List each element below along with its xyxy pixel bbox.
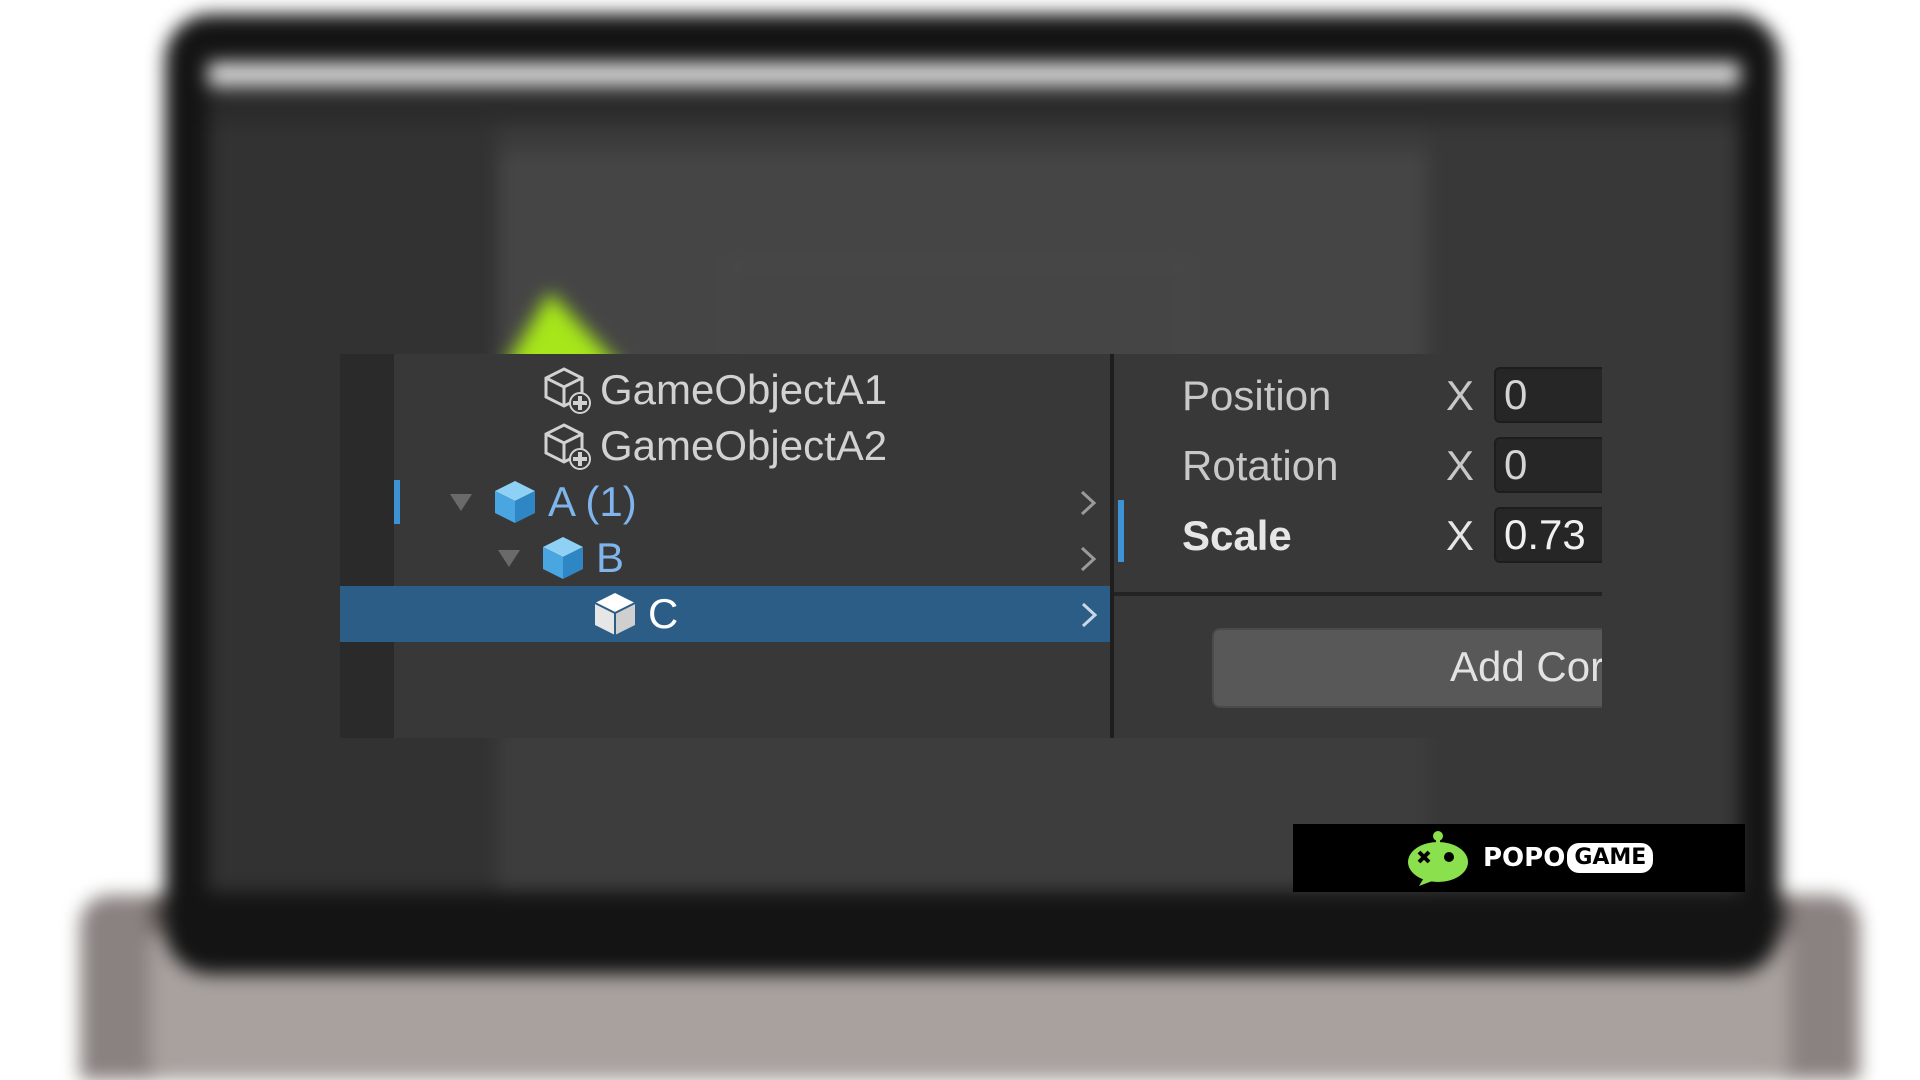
hierarchy-item-label: C: [648, 590, 679, 637]
prefab-cube-icon: [543, 537, 583, 579]
hierarchy-item-label: A (1): [548, 478, 637, 525]
foldout-arrow-icon[interactable]: [492, 530, 526, 586]
logo-wordmark: POPO GAME: [1483, 840, 1654, 876]
foldout-arrow-icon[interactable]: [444, 474, 478, 530]
property-label: Scale: [1182, 512, 1292, 559]
popogame-logo: POPO GAME: [1293, 824, 1745, 892]
transform-position-row: Position X 0: [1114, 364, 1602, 426]
transform-rotation-row: Rotation X 0: [1114, 434, 1602, 496]
hierarchy-item-a1[interactable]: A (1): [394, 474, 1109, 530]
hierarchy-item-label: B: [596, 534, 625, 581]
cube-icon: [594, 593, 636, 635]
chevron-right-icon[interactable]: [1077, 544, 1099, 574]
transform-scale-row: Scale X 0.73: [1114, 504, 1602, 566]
hierarchy-gutter: [340, 354, 394, 738]
inspector-panel: Position X 0 Rotation X 0 Scale X 0.73 A…: [1114, 354, 1602, 738]
hierarchy-item-gameobjecta2[interactable]: GameObjectA2: [394, 418, 1109, 474]
hierarchy-item-c[interactable]: C: [340, 586, 1110, 642]
axis-label: X: [1446, 372, 1475, 419]
editor-menubar: [208, 62, 1740, 86]
inspector-separator: [1114, 592, 1602, 596]
axis-label: X: [1446, 442, 1475, 489]
prefab-add-icon: [544, 423, 591, 470]
property-label: Rotation: [1182, 442, 1339, 489]
axis-label: X: [1446, 512, 1475, 559]
hierarchy-item-label: GameObjectA2: [600, 422, 888, 469]
logo-word-game: GAME: [1567, 843, 1654, 873]
hierarchy-item-gameobjecta1[interactable]: GameObjectA1: [394, 362, 1109, 418]
editor-scene-toolbar: [498, 124, 1428, 152]
property-label: Position: [1182, 372, 1332, 419]
rotation-x-field[interactable]: 0: [1494, 437, 1602, 493]
prefab-cube-icon: [495, 481, 535, 523]
add-component-button[interactable]: Add Cor: [1212, 628, 1602, 708]
editor-zoom-panel: GameObjectA1 GameObjectA2 A (1) B C Posi…: [340, 354, 1602, 738]
prefab-add-icon: [544, 367, 591, 414]
hierarchy-item-b[interactable]: B: [394, 530, 1109, 586]
scale-x-field[interactable]: 0.73: [1494, 507, 1602, 563]
hierarchy-item-label: GameObjectA1: [600, 366, 888, 413]
mascot-logo-icon: [1408, 831, 1468, 886]
chevron-right-icon[interactable]: [1077, 488, 1099, 518]
editor-toolbar: [208, 86, 1740, 124]
chevron-right-icon[interactable]: [1078, 600, 1100, 630]
position-x-field[interactable]: 0: [1494, 367, 1602, 423]
logo-word-popo: POPO: [1483, 843, 1566, 873]
